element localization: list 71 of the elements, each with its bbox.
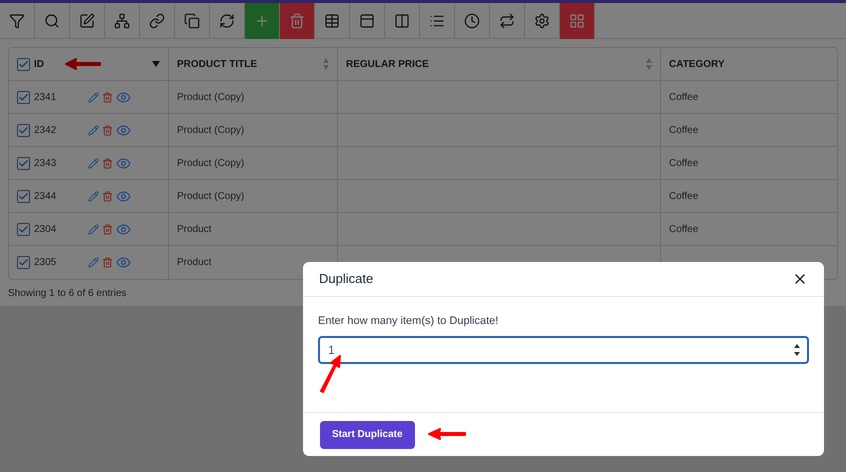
sort-down-icon[interactable] <box>152 61 160 67</box>
trash-icon <box>102 92 113 102</box>
trash-icon <box>102 124 113 136</box>
edit-icon <box>88 257 99 268</box>
trash-icon <box>102 158 113 168</box>
table-cell-text: Product (Copy) <box>177 156 244 170</box>
edit-icon <box>88 158 99 168</box>
search-icon <box>44 13 60 29</box>
column-header: REGULAR PRICE <box>346 58 429 72</box>
edit-icon <box>88 224 99 234</box>
table-cell-text: Product <box>177 256 212 270</box>
pointer-arrow <box>318 354 342 394</box>
trash-icon <box>289 13 305 29</box>
edit-icon <box>88 190 99 202</box>
hierarchy-icon <box>114 13 130 29</box>
table-cell-text: Coffee <box>669 156 698 170</box>
link-icon <box>149 13 165 29</box>
table-cell-text: Product (Copy) <box>177 124 244 138</box>
table-cell-text: Coffee <box>669 190 698 204</box>
dialog-title: Duplicate <box>319 270 374 288</box>
table-cell-text: Product (Copy) <box>177 190 244 204</box>
column-header: CATEGORY <box>669 58 725 72</box>
eye-icon <box>116 90 131 104</box>
start-duplicate-button[interactable]: Start Duplicate <box>320 420 415 448</box>
trash-icon <box>102 224 113 234</box>
edit-icon <box>88 124 99 136</box>
field-label: Enter how many item(s) to Duplicate! <box>318 314 500 329</box>
filter-icon <box>9 13 25 29</box>
checkbox[interactable] <box>17 222 30 236</box>
column-header: ID <box>34 58 44 72</box>
quantity-field[interactable]: 1 <box>318 336 809 364</box>
pointer-arrow <box>427 428 467 440</box>
table-cell-text: Coffee <box>669 124 698 138</box>
table-cell-text: Coffee <box>669 222 698 236</box>
eye-icon <box>116 156 131 170</box>
table-cell-text: 2304 <box>34 222 58 236</box>
table-cell-text: 2344 <box>34 190 58 204</box>
repeat-icon <box>499 13 515 29</box>
list-icon <box>429 13 445 29</box>
entries-info: Showing 1 to 6 of 6 entries <box>8 287 128 301</box>
checkbox[interactable] <box>17 58 30 70</box>
eye-icon <box>116 255 131 270</box>
trash-icon <box>102 190 113 202</box>
table-icon <box>324 13 340 29</box>
checkbox[interactable] <box>17 190 30 202</box>
plus-icon <box>254 13 270 29</box>
clock-icon <box>464 13 480 29</box>
table-cell-text: 2342 <box>34 124 58 138</box>
edit-icon <box>79 13 95 29</box>
column-header: PRODUCT TITLE <box>177 58 257 72</box>
table-cell-text: Coffee <box>669 90 698 104</box>
table-cell-text: Product <box>177 222 212 236</box>
table-cell-text: 2341 <box>34 90 58 104</box>
table-cell-text: Product (Copy) <box>177 90 244 104</box>
table-cell-text: 2305 <box>34 256 58 270</box>
checkbox[interactable] <box>17 90 30 104</box>
checkbox[interactable] <box>17 124 30 136</box>
grid-icon <box>569 13 585 29</box>
checkbox[interactable] <box>17 156 30 170</box>
refresh-icon <box>219 13 235 29</box>
trash-icon <box>102 257 113 268</box>
settings-icon <box>534 13 550 29</box>
eye-icon <box>116 188 131 204</box>
pointer-arrow <box>64 58 102 70</box>
eye-icon <box>116 222 131 236</box>
edit-icon <box>88 92 99 102</box>
copy-icon <box>184 13 200 29</box>
table-cell-text: 2343 <box>34 156 58 170</box>
checkbox[interactable] <box>17 256 30 269</box>
eye-icon <box>116 122 131 138</box>
columns-icon <box>394 13 410 29</box>
